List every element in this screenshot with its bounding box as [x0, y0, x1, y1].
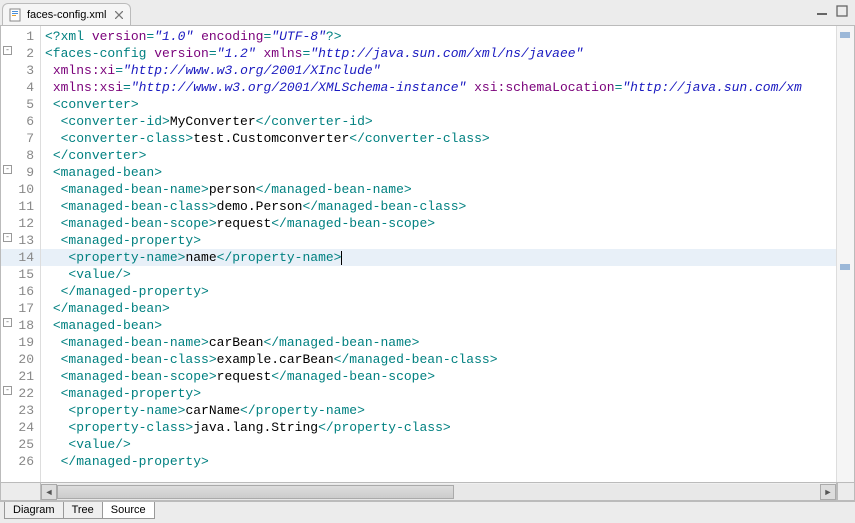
tab-tree[interactable]: Tree: [63, 502, 103, 519]
line-number-gutter: 12-3456789-10111213-1415161718-19202122-…: [1, 26, 41, 482]
fold-toggle-icon[interactable]: -: [3, 46, 12, 55]
scroll-right-button[interactable]: ►: [820, 484, 836, 500]
maximize-icon[interactable]: [835, 4, 849, 18]
tab-source[interactable]: Source: [102, 502, 155, 519]
ruler-mark: [840, 264, 850, 270]
scroll-thumb[interactable]: [57, 485, 454, 499]
scroll-left-button[interactable]: ◄: [41, 484, 57, 500]
code-content[interactable]: <?xml version="1.0" encoding="UTF-8"?><f…: [41, 26, 836, 482]
horizontal-scrollbar[interactable]: ◄ ►: [40, 483, 837, 501]
close-icon[interactable]: [114, 10, 124, 20]
fold-toggle-icon[interactable]: -: [3, 386, 12, 395]
ruler-mark: [840, 32, 850, 38]
editor-tab-faces-config[interactable]: faces-config.xml: [2, 3, 131, 25]
fold-toggle-icon[interactable]: -: [3, 318, 12, 327]
overview-ruler[interactable]: [836, 26, 854, 482]
fold-toggle-icon[interactable]: -: [3, 165, 12, 174]
fold-toggle-icon[interactable]: -: [3, 233, 12, 242]
tab-diagram[interactable]: Diagram: [4, 502, 64, 519]
code-editor[interactable]: 12-3456789-10111213-1415161718-19202122-…: [0, 26, 855, 483]
minimize-icon[interactable]: [815, 4, 829, 18]
editor-tab-bar: faces-config.xml: [0, 0, 855, 26]
bottom-tab-bar: Diagram Tree Source: [0, 501, 855, 523]
tab-filename: faces-config.xml: [27, 9, 106, 21]
xml-file-icon: [9, 8, 23, 22]
scroll-track[interactable]: [57, 484, 820, 500]
